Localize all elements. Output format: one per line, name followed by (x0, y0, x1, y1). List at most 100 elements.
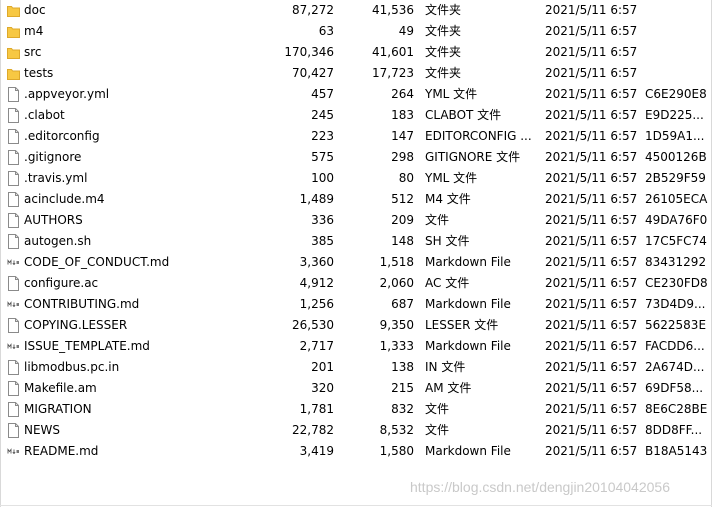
file-crc: 2A674D... (645, 360, 705, 374)
file-row-issue-template-md[interactable]: ISSUE_TEMPLATE.md 2,717 1,333 Markdown F… (0, 336, 712, 357)
file-crc: 69DF58... (645, 381, 704, 395)
file-modified: 2021/5/11 6:57 (545, 108, 637, 122)
file-row-travis-yml[interactable]: .travis.yml 100 80 YML 文件 2021/5/11 6:57… (0, 168, 712, 189)
file-type: 文件夹 (425, 24, 462, 38)
file-size: 22,782 (292, 423, 334, 437)
file-size: 457 (311, 87, 334, 101)
file-icon (7, 318, 20, 333)
file-name: README.md (24, 444, 99, 458)
file-packed-size: 9,350 (379, 318, 414, 332)
file-type: LESSER 文件 (425, 318, 499, 332)
file-row-acinclude-m4[interactable]: acinclude.m4 1,489 512 M4 文件 2021/5/11 6… (0, 189, 712, 210)
file-packed-size: 298 (391, 150, 414, 164)
file-row-makefile-am[interactable]: Makefile.am 320 215 AM 文件 2021/5/11 6:57… (0, 378, 712, 399)
file-row-src[interactable]: src 170,346 41,601 文件夹 2021/5/11 6:57 (0, 42, 712, 63)
file-icon (7, 381, 20, 396)
file-crc: 49DA76F0 (645, 213, 708, 227)
file-row-authors[interactable]: AUTHORS 336 209 文件 2021/5/11 6:57 49DA76… (0, 210, 712, 231)
file-type: IN 文件 (425, 360, 466, 374)
folder-icon (7, 45, 20, 60)
file-size: 245 (311, 108, 334, 122)
file-packed-size: 832 (391, 402, 414, 416)
file-modified: 2021/5/11 6:57 (545, 255, 637, 269)
file-type: 文件夹 (425, 66, 462, 80)
file-type: YML 文件 (425, 87, 478, 101)
file-modified: 2021/5/11 6:57 (545, 444, 637, 458)
file-row-editorconfig[interactable]: .editorconfig 223 147 EDITORCONFIG ... 2… (0, 126, 712, 147)
file-packed-size: 49 (398, 24, 414, 38)
file-size: 2,717 (299, 339, 334, 353)
file-size: 1,256 (299, 297, 334, 311)
file-size: 223 (311, 129, 334, 143)
file-modified: 2021/5/11 6:57 (545, 423, 637, 437)
markdown-file-icon (7, 297, 20, 312)
file-size: 100 (311, 171, 334, 185)
file-row-appveyor-yml[interactable]: .appveyor.yml 457 264 YML 文件 2021/5/11 6… (0, 84, 712, 105)
file-row-clabot[interactable]: .clabot 245 183 CLABOT 文件 2021/5/11 6:57… (0, 105, 712, 126)
file-modified: 2021/5/11 6:57 (545, 213, 637, 227)
file-type: CLABOT 文件 (425, 108, 502, 122)
file-name: acinclude.m4 (24, 192, 105, 206)
file-packed-size: 41,601 (372, 45, 414, 59)
file-modified: 2021/5/11 6:57 (545, 3, 637, 17)
file-name: AUTHORS (24, 213, 83, 227)
file-row-code-of-conduct-md[interactable]: CODE_OF_CONDUCT.md 3,360 1,518 Markdown … (0, 252, 712, 273)
file-row-readme-md[interactable]: README.md 3,419 1,580 Markdown File 2021… (0, 441, 712, 462)
file-size: 3,360 (299, 255, 334, 269)
file-name: CODE_OF_CONDUCT.md (24, 255, 170, 269)
file-row-tests[interactable]: tests 70,427 17,723 文件夹 2021/5/11 6:57 (0, 63, 712, 84)
file-crc: 83431292 (645, 255, 707, 269)
file-row-contributing-md[interactable]: CONTRIBUTING.md 1,256 687 Markdown File … (0, 294, 712, 315)
file-size: 4,912 (299, 276, 334, 290)
file-crc: E9D225... (645, 108, 704, 122)
file-modified: 2021/5/11 6:57 (545, 192, 637, 206)
file-crc: 4500126B (645, 150, 707, 164)
file-name: .editorconfig (24, 129, 100, 143)
file-name: src (24, 45, 42, 59)
file-type: 文件 (425, 213, 450, 227)
file-packed-size: 1,518 (379, 255, 414, 269)
file-size: 26,530 (292, 318, 334, 332)
file-crc: 5622583E (645, 318, 707, 332)
file-icon (7, 402, 20, 417)
file-row-doc[interactable]: doc 87,272 41,536 文件夹 2021/5/11 6:57 (0, 0, 712, 21)
file-crc: C6E290E8 (645, 87, 707, 101)
file-name: m4 (24, 24, 44, 38)
file-packed-size: 80 (398, 171, 414, 185)
file-row-news[interactable]: NEWS 22,782 8,532 文件 2021/5/11 6:57 8DD8… (0, 420, 712, 441)
file-crc: 26105ECA (645, 192, 708, 206)
file-crc: CE230FD8 (645, 276, 708, 290)
file-row-configure-ac[interactable]: configure.ac 4,912 2,060 AC 文件 2021/5/11… (0, 273, 712, 294)
file-icon (7, 360, 20, 375)
file-row-copying-lesser[interactable]: COPYING.LESSER 26,530 9,350 LESSER 文件 20… (0, 315, 712, 336)
file-name: NEWS (24, 423, 61, 437)
file-packed-size: 512 (391, 192, 414, 206)
file-modified: 2021/5/11 6:57 (545, 150, 637, 164)
file-size: 320 (311, 381, 334, 395)
file-crc: 8DD8FF... (645, 423, 703, 437)
file-crc: B18A5143 (645, 444, 708, 458)
file-crc: 1D59A1... (645, 129, 705, 143)
file-row-migration[interactable]: MIGRATION 1,781 832 文件 2021/5/11 6:57 8E… (0, 399, 712, 420)
file-row-gitignore[interactable]: .gitignore 575 298 GITIGNORE 文件 2021/5/1… (0, 147, 712, 168)
file-type: Markdown File (425, 255, 511, 269)
file-size: 201 (311, 360, 334, 374)
file-type: SH 文件 (425, 234, 470, 248)
file-crc: 2B529F59 (645, 171, 706, 185)
markdown-file-icon (7, 339, 20, 354)
file-modified: 2021/5/11 6:57 (545, 171, 637, 185)
file-type: Markdown File (425, 444, 511, 458)
file-packed-size: 138 (391, 360, 414, 374)
file-modified: 2021/5/11 6:57 (545, 276, 637, 290)
file-row-m4[interactable]: m4 63 49 文件夹 2021/5/11 6:57 (0, 21, 712, 42)
file-size: 1,489 (299, 192, 334, 206)
file-type: GITIGNORE 文件 (425, 150, 521, 164)
file-modified: 2021/5/11 6:57 (545, 318, 637, 332)
file-type: 文件 (425, 402, 450, 416)
file-row-libmodbus-pc-in[interactable]: libmodbus.pc.in 201 138 IN 文件 2021/5/11 … (0, 357, 712, 378)
file-modified: 2021/5/11 6:57 (545, 381, 637, 395)
file-name: configure.ac (24, 276, 99, 290)
file-modified: 2021/5/11 6:57 (545, 234, 637, 248)
file-icon (7, 150, 20, 165)
file-row-autogen-sh[interactable]: autogen.sh 385 148 SH 文件 2021/5/11 6:57 … (0, 231, 712, 252)
